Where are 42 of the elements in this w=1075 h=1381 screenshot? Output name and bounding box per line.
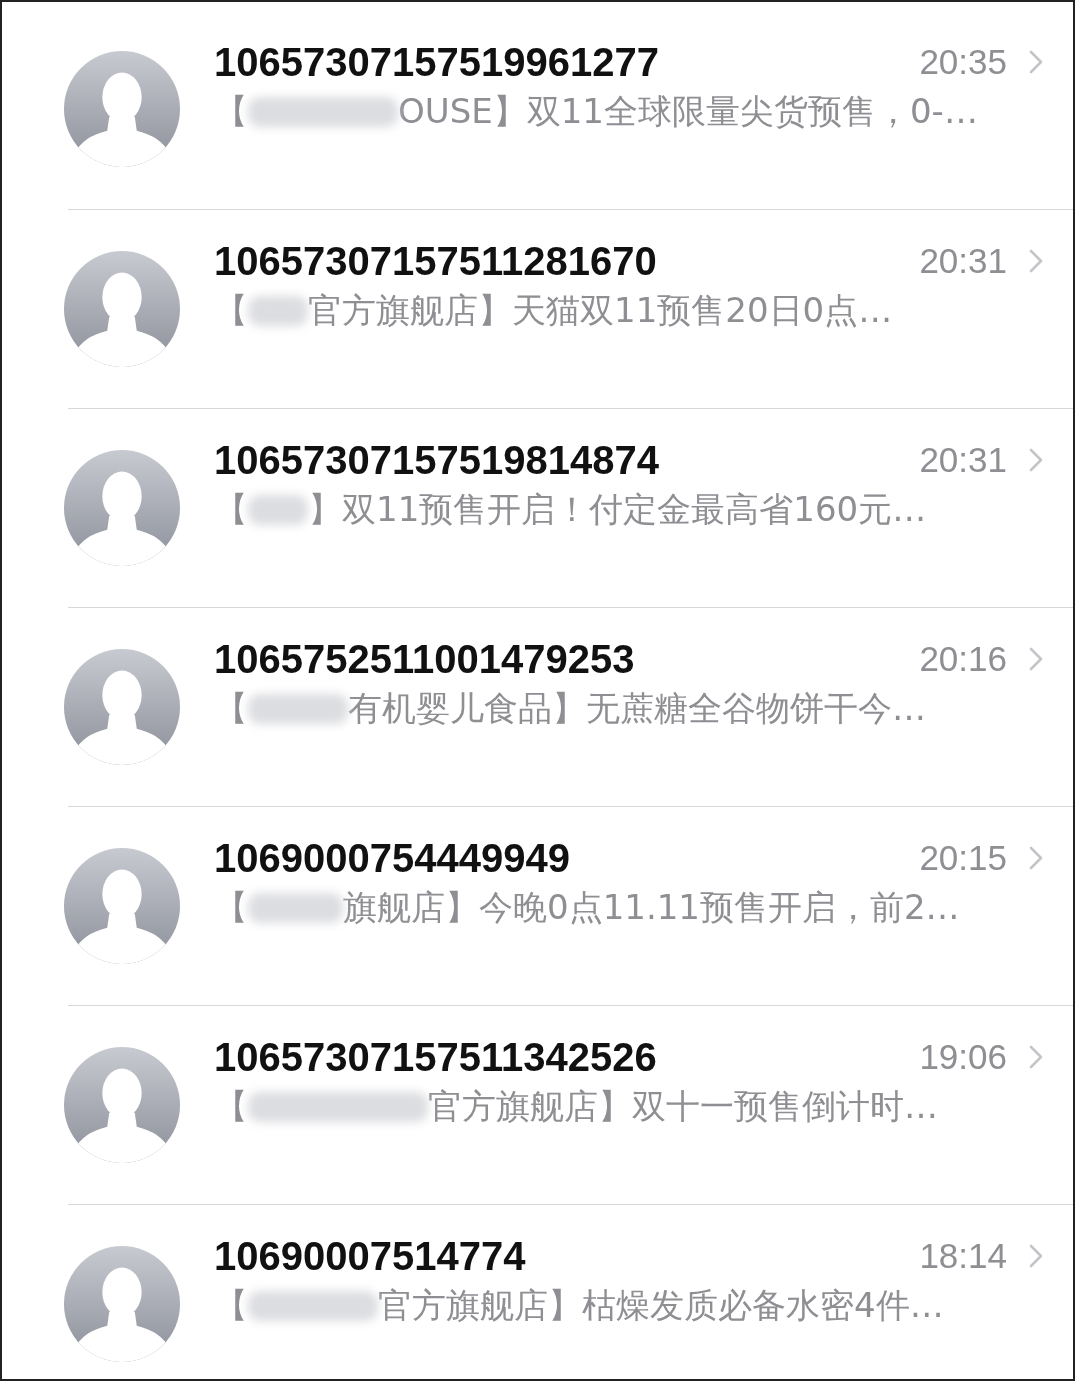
avatar-icon <box>63 1245 181 1363</box>
chevron-icon <box>1029 846 1043 870</box>
message-time: 18:14 <box>919 1236 1007 1276</box>
preview-text: 【 <box>214 289 248 332</box>
chevron-icon <box>1029 647 1043 671</box>
message-time: 20:15 <box>919 838 1007 878</box>
sender-number: 10690007514774 <box>214 1233 527 1279</box>
preview-text: 旗舰店】今晚0点11.11预售开启，前2… <box>343 886 960 929</box>
preview-text: 官方旗舰店】枯燥发质必备水密4件… <box>378 1284 944 1327</box>
preview-text: 【 <box>214 687 248 730</box>
message-time: 20:31 <box>919 241 1007 281</box>
sender-number: 10657307157519961277 <box>214 39 660 85</box>
sender-number: 10657307157511281670 <box>214 238 658 284</box>
message-time: 20:35 <box>919 42 1007 82</box>
sender-number: 1065752511001479253 <box>214 636 636 682</box>
chevron-icon <box>1029 1244 1043 1268</box>
avatar-icon <box>63 847 181 965</box>
avatar-icon <box>63 250 181 368</box>
preview-text: 【 <box>214 488 248 531</box>
preview-text: 【 <box>214 886 248 929</box>
sender-number: 10657307157511342526 <box>214 1034 658 1080</box>
chevron-icon <box>1029 1045 1043 1069</box>
preview-text: 官方旗舰店】双十一预售倒计时… <box>428 1085 938 1128</box>
avatar-icon <box>63 648 181 766</box>
message-time: 19:06 <box>919 1037 1007 1077</box>
preview-text: 【 <box>214 1284 248 1327</box>
avatar-icon <box>63 50 181 168</box>
preview-text: OUSE】双11全球限量尖货预售，0-… <box>398 90 978 133</box>
chevron-icon <box>1029 448 1043 472</box>
avatar-icon <box>63 449 181 567</box>
preview-text: 【 <box>214 1085 248 1128</box>
chevron-icon <box>1029 249 1043 273</box>
message-time: 20:16 <box>919 639 1007 679</box>
preview-text: 官方旗舰店】天猫双11预售20日0点… <box>308 289 893 332</box>
preview-text: 】双11预售开启！付定金最高省160元… <box>308 488 927 531</box>
preview-text: 【 <box>214 90 248 133</box>
sender-number: 10657307157519814874 <box>214 437 660 483</box>
sender-number: 1069000754449949 <box>214 835 571 881</box>
message-time: 20:31 <box>919 440 1007 480</box>
avatar-icon <box>63 1046 181 1164</box>
preview-text: 有机婴儿食品】无蔗糖全谷物饼干今… <box>348 687 926 730</box>
chevron-icon <box>1029 50 1043 74</box>
